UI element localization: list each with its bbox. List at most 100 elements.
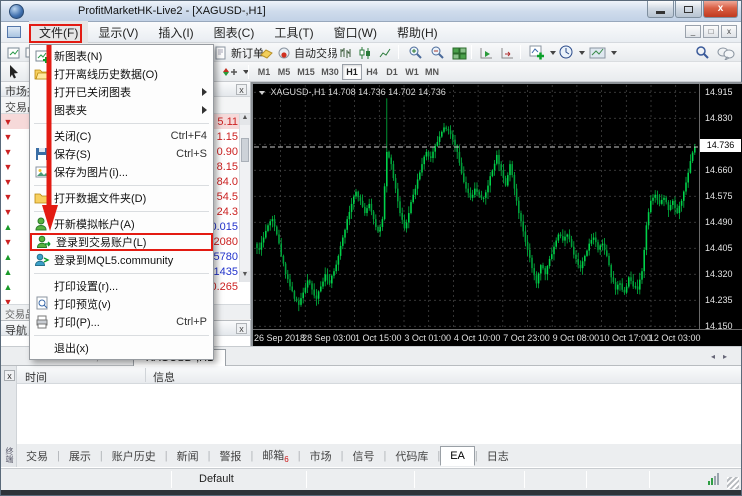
current-price-box: 14.736	[700, 139, 741, 152]
scroll-down-icon[interactable]: ▼	[240, 271, 250, 282]
menu-item-label: 开新模拟帐户(A)	[54, 216, 207, 232]
mdi-minimize-button[interactable]: _	[685, 25, 701, 38]
line-chart-icon	[378, 46, 393, 60]
terminal-tab-8[interactable]: 代码库	[386, 445, 437, 467]
new-order-icon	[214, 46, 228, 60]
time-axis-label: 4 Oct 10:00	[454, 333, 501, 343]
scroll-up-icon[interactable]: ▲	[240, 114, 250, 125]
annotation-box-file-menu	[29, 24, 82, 43]
window-title: ProfitMarketHK-Live2 - [XAGUSD-,H1]	[78, 5, 266, 17]
candlestick-button[interactable]	[356, 44, 375, 61]
profile-indicator[interactable]: Default	[199, 473, 234, 485]
menubar-item[interactable]: 帮助(H)	[387, 21, 448, 44]
mdi-restore-button[interactable]: □	[703, 25, 719, 38]
market-watch-close-icon[interactable]: x	[236, 84, 247, 95]
terminal-close-icon[interactable]: x	[4, 370, 15, 381]
terminal-tab-3[interactable]: 新闻	[168, 445, 208, 467]
message-column-header[interactable]: 信息	[153, 369, 175, 385]
timeframe-m5[interactable]: M5	[274, 64, 294, 80]
time-axis-label: 1 Oct 15:00	[355, 333, 402, 343]
menu-shortcut: Ctrl+P	[176, 316, 207, 328]
market-watch-scrollbar[interactable]: ▲ ▼	[239, 114, 250, 282]
file-menu-item[interactable]: 打印预览(v)	[30, 295, 213, 313]
terminal-tab-6[interactable]: 市场	[301, 445, 341, 467]
terminal-tab-4[interactable]: 警报	[210, 445, 250, 467]
templates-button[interactable]	[587, 44, 619, 61]
submenu-arrow-icon	[202, 88, 207, 96]
scrollbar-thumb[interactable]	[241, 138, 249, 162]
templates-icon	[589, 46, 606, 60]
menu-item-label: 登录到交易账户(L)	[56, 234, 205, 250]
cursor-button[interactable]	[5, 63, 23, 80]
timeframe-m30[interactable]: M30	[318, 64, 342, 80]
menubar-item[interactable]: 工具(T)	[264, 21, 323, 44]
indicators-icon	[529, 45, 545, 60]
menubar-item[interactable]: 显示(V)	[88, 21, 148, 44]
file-menu-item[interactable]: 打印(P)...Ctrl+P	[30, 313, 213, 331]
journal-list[interactable]	[17, 384, 741, 444]
file-menu-item[interactable]: 打印设置(r)...	[30, 277, 213, 295]
menubar-item[interactable]: 窗口(W)	[324, 21, 387, 44]
menu-item-label: 退出(x)	[54, 340, 207, 356]
ask-price: 0.015	[210, 221, 238, 233]
time-column-header[interactable]: 时间	[25, 369, 47, 385]
search-button[interactable]	[693, 44, 712, 61]
maximize-button[interactable]	[675, 1, 702, 18]
menubar-item[interactable]: 图表(C)	[204, 21, 265, 44]
menubar-item[interactable]: 插入(I)	[148, 21, 203, 44]
price-down-icon: ▼	[1, 237, 15, 247]
price-down-icon: ▼	[1, 147, 15, 157]
ask-price: 8.15	[217, 161, 238, 173]
menu-item-label: 打开数据文件夹(D)	[54, 190, 207, 206]
templates-dropdown-caret[interactable]	[611, 51, 617, 55]
menu-item-label: 打开已关闭图表	[54, 84, 196, 100]
bar-chart-button[interactable]	[336, 44, 355, 61]
column-divider[interactable]	[145, 368, 146, 382]
timeframe-d1[interactable]: D1	[382, 64, 402, 80]
mdi-close-button[interactable]: x	[721, 25, 737, 38]
timeframe-h4[interactable]: H4	[362, 64, 382, 80]
terminal-tab-0[interactable]: 交易	[17, 445, 57, 467]
auto-scroll-icon	[479, 46, 495, 60]
periods-dropdown-caret[interactable]	[579, 51, 585, 55]
file-menu-item[interactable]: 登录到MQL5.community	[30, 251, 213, 269]
terminal-tab-2[interactable]: 账户历史	[103, 445, 165, 467]
terminal-tab-7[interactable]: 信号	[343, 445, 383, 467]
zoom-out-button[interactable]	[428, 44, 448, 61]
resize-grip[interactable]	[727, 477, 739, 489]
community-chat-button[interactable]	[715, 44, 737, 61]
terminal-tab-10[interactable]: 日志	[478, 445, 518, 467]
chart-shift-button[interactable]	[498, 44, 518, 61]
time-axis-divider	[253, 329, 742, 330]
terminal-tab-5[interactable]: 邮箱6	[253, 444, 297, 467]
timeframe-m15[interactable]: M15	[294, 64, 318, 80]
status-bar: Default	[1, 467, 741, 491]
title-bar: ProfitMarketHK-Live2 - [XAGUSD-,H1] x	[1, 1, 741, 22]
chart-window-icon[interactable]	[7, 26, 21, 38]
candlestick-chart[interactable]	[254, 85, 742, 330]
terminal-tab-ea[interactable]: EA	[440, 446, 475, 466]
line-chart-button[interactable]	[376, 44, 395, 61]
tile-windows-button[interactable]	[450, 44, 470, 61]
timeframe-h1[interactable]: H1	[342, 64, 362, 80]
tab-scroll-arrows[interactable]: ◂▸	[711, 352, 735, 361]
timeframe-w1[interactable]: W1	[402, 64, 422, 80]
timeframe-m1[interactable]: M1	[254, 64, 274, 80]
timeframe-mn[interactable]: MN	[422, 64, 442, 80]
maximize-icon	[684, 6, 693, 13]
arrows-tool-button[interactable]	[220, 63, 251, 80]
zoom-in-button[interactable]	[406, 44, 426, 61]
indicators-dropdown-caret[interactable]	[550, 51, 556, 55]
terminal-tab-1[interactable]: 展示	[60, 445, 100, 467]
file-menu-item[interactable]: 退出(x)	[30, 339, 213, 357]
auto-scroll-button[interactable]	[477, 44, 497, 61]
indicators-button[interactable]	[527, 44, 558, 61]
metaeditor-button[interactable]	[257, 44, 276, 61]
navigator-close-icon[interactable]: x	[236, 323, 247, 334]
close-button[interactable]: x	[703, 1, 738, 18]
chart-dropdown-icon[interactable]	[259, 91, 265, 95]
menu-item-label: 图表夹	[54, 102, 196, 118]
new-chart-button[interactable]	[4, 44, 24, 61]
minimize-button[interactable]	[647, 1, 674, 18]
periods-button[interactable]	[557, 44, 587, 61]
